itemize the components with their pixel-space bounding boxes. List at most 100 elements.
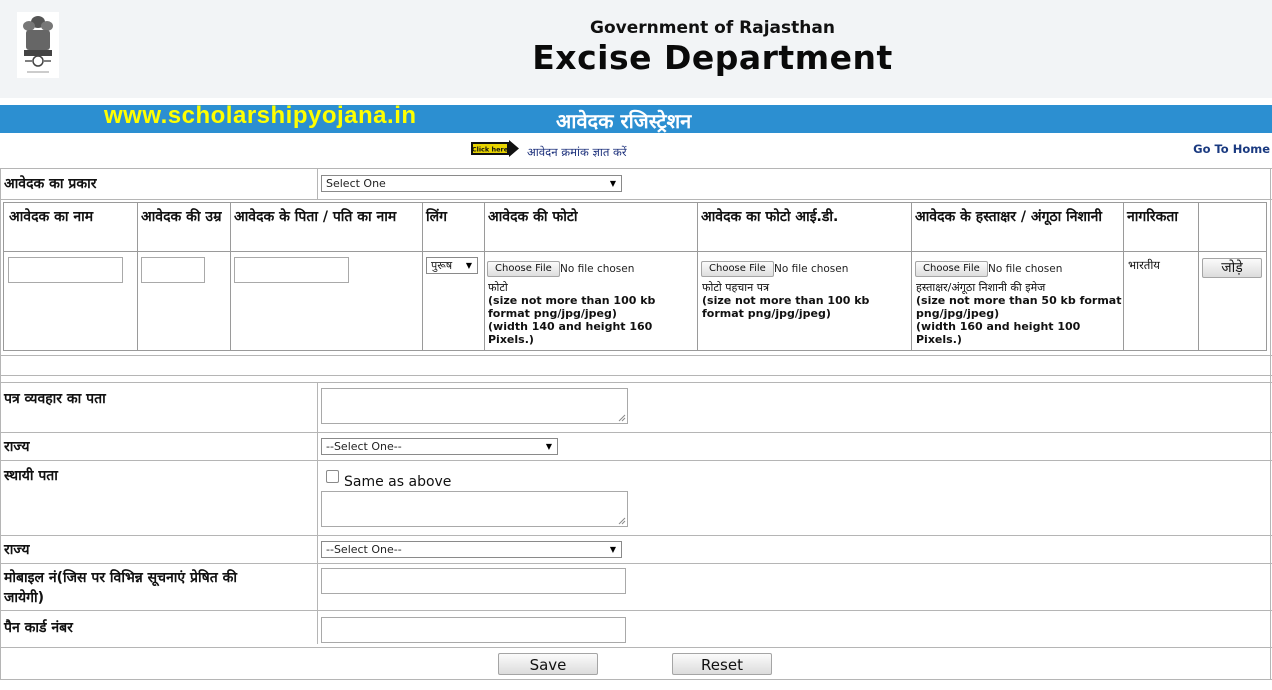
mobile-label: मोबाइल नं(जिस पर विभिन्न सूचनाएं प्रेषित… xyxy=(4,568,237,608)
column-divider xyxy=(697,203,698,350)
column-header-photo-id: आवेदक का फोटो आई.डी. xyxy=(701,209,839,225)
resize-grip-icon[interactable] xyxy=(618,414,626,422)
permanent-address-label: स्थायी पता xyxy=(4,468,58,484)
signature-file-status: No file chosen xyxy=(988,263,1063,275)
applicant-type-select[interactable]: Select One ▼ xyxy=(321,175,622,192)
correspondence-address-textarea[interactable] xyxy=(321,388,628,424)
photo-file-status: No file chosen xyxy=(560,263,635,275)
citizenship-value: भारतीय xyxy=(1128,258,1160,272)
permanent-address-textarea[interactable] xyxy=(321,491,628,527)
pan-card-input[interactable] xyxy=(321,617,626,643)
form-divider xyxy=(317,382,318,644)
form-divider xyxy=(0,460,1272,461)
page-header: Government of Rajasthan Excise Departmen… xyxy=(0,0,1272,98)
signature-hint-line: Pixels.) xyxy=(916,333,962,346)
signature-hint-title: हस्ताक्षर/अंगूठा निशानी की इमेज xyxy=(916,281,1046,294)
application-number-query-link[interactable]: आवेदन क्रमांक ज्ञात करें xyxy=(527,145,627,160)
column-header-citizenship: नागरिकता xyxy=(1127,209,1178,225)
column-divider xyxy=(911,203,912,350)
signature-hint: हस्ताक्षर/अंगूठा निशानी की इमेज (size no… xyxy=(916,281,1122,346)
form-divider xyxy=(0,432,1272,433)
link-row: Click here आवेदन क्रमांक ज्ञात करें Go T… xyxy=(0,138,1272,166)
dropdown-arrow-icon: ▼ xyxy=(609,545,616,554)
form-divider xyxy=(0,647,1272,648)
applicant-type-label: आवेदक का प्रकार xyxy=(4,176,97,192)
header-row-divider xyxy=(4,251,1266,252)
form-top-border xyxy=(0,168,1272,169)
form-divider xyxy=(317,168,318,199)
government-title: Government of Rajasthan xyxy=(590,18,835,38)
photo-id-hint-title: फोटो पहचान पत्र xyxy=(702,281,770,294)
state-select[interactable]: --Select One-- ▼ xyxy=(321,438,558,455)
page-title: आवेदक रजिस्ट्रेशन xyxy=(556,109,692,133)
form-divider xyxy=(0,610,1272,611)
column-divider xyxy=(137,203,138,350)
permanent-state-label: राज्य xyxy=(4,542,30,558)
photo-id-hint-line: format png/jpg/jpeg) xyxy=(702,307,831,320)
gender-value: पुरूष xyxy=(431,259,453,272)
form-divider xyxy=(0,563,1272,564)
photo-choose-file-button[interactable]: Choose File xyxy=(487,261,560,277)
mobile-label-line: जायेगी) xyxy=(4,590,45,606)
watermark-text: www.scholarshipyojana.in xyxy=(104,102,417,129)
same-as-above-checkbox[interactable] xyxy=(326,470,339,483)
column-divider xyxy=(484,203,485,350)
permanent-state-select[interactable]: --Select One-- ▼ xyxy=(321,541,622,558)
photo-id-choose-file-button[interactable]: Choose File xyxy=(701,261,774,277)
dropdown-arrow-icon: ▼ xyxy=(465,261,472,270)
state-value: --Select One-- xyxy=(326,440,402,453)
pan-card-label: पैन कार्ड नंबर xyxy=(4,620,73,636)
applicant-type-value: Select One xyxy=(326,177,386,190)
permanent-state-value: --Select One-- xyxy=(326,543,402,556)
column-divider xyxy=(422,203,423,350)
photo-hint-title: फोटो xyxy=(488,281,508,294)
column-header-age: आवेदक की उम्र xyxy=(141,209,222,225)
form-left-border xyxy=(0,168,1,680)
state-label: राज्य xyxy=(4,439,30,455)
mobile-label-line: मोबाइल नं(जिस पर विभिन्न सूचनाएं प्रेषित… xyxy=(4,570,237,586)
photo-hint-line: (size not more than 100 kb xyxy=(488,294,656,307)
column-header-name: आवेदक का नाम xyxy=(9,209,94,225)
form-divider xyxy=(0,535,1272,536)
reset-button[interactable]: Reset xyxy=(672,653,772,675)
signature-choose-file-button[interactable]: Choose File xyxy=(915,261,988,277)
dropdown-arrow-icon: ▼ xyxy=(545,442,552,451)
dropdown-arrow-icon: ▼ xyxy=(609,179,616,188)
father-husband-name-input[interactable] xyxy=(234,257,349,283)
column-header-signature: आवेदक के हस्ताक्षर / अंगूठा निशानी xyxy=(915,209,1103,225)
photo-hint: फोटो (size not more than 100 kb format p… xyxy=(488,281,655,346)
form-divider xyxy=(0,382,1272,383)
gender-select[interactable]: पुरूष ▼ xyxy=(426,257,478,274)
signature-hint-line: (size not more than 50 kb format xyxy=(916,294,1122,307)
applicant-name-input[interactable] xyxy=(8,257,123,283)
signature-hint-line: (width 160 and height 100 xyxy=(916,320,1081,333)
column-header-photo: आवेदक की फोटो xyxy=(488,209,578,225)
photo-id-file-status: No file chosen xyxy=(774,263,849,275)
go-to-home-link[interactable]: Go To Home xyxy=(1193,142,1270,156)
title-banner: www.scholarshipyojana.in आवेदक रजिस्ट्रे… xyxy=(0,102,1272,133)
mobile-number-input[interactable] xyxy=(321,568,626,594)
photo-hint-line: format png/jpg/jpeg) xyxy=(488,307,617,320)
add-button[interactable]: जोड़े xyxy=(1202,258,1262,278)
column-divider xyxy=(1123,203,1124,350)
signature-hint-line: png/jpg/jpeg) xyxy=(916,307,1000,320)
svg-text:Click here: Click here xyxy=(472,146,509,154)
applicant-age-input[interactable] xyxy=(141,257,205,283)
save-button[interactable]: Save xyxy=(498,653,598,675)
correspondence-address-label: पत्र व्यवहार का पता xyxy=(4,391,106,407)
photo-id-hint-line: (size not more than 100 kb xyxy=(702,294,870,307)
column-header-father-husband: आवेदक के पिता / पति का नाम xyxy=(234,209,397,225)
column-header-gender: लिंग xyxy=(426,209,447,225)
click-here-arrow-icon[interactable]: Click here xyxy=(471,140,519,157)
column-divider xyxy=(230,203,231,350)
photo-id-hint: फोटो पहचान पत्र (size not more than 100 … xyxy=(702,281,869,320)
form-right-border xyxy=(1270,168,1271,680)
resize-grip-icon[interactable] xyxy=(618,517,626,525)
applicant-details-table: आवेदक का नाम आवेदक की उम्र आवेदक के पिता… xyxy=(3,202,1267,351)
department-title: Excise Department xyxy=(532,38,893,77)
same-as-above-label: Same as above xyxy=(344,474,452,490)
photo-hint-line: (width 140 and height 160 xyxy=(488,320,653,333)
form-divider xyxy=(0,199,1272,200)
form-divider xyxy=(0,355,1272,356)
form-bottom-border xyxy=(0,679,1272,680)
